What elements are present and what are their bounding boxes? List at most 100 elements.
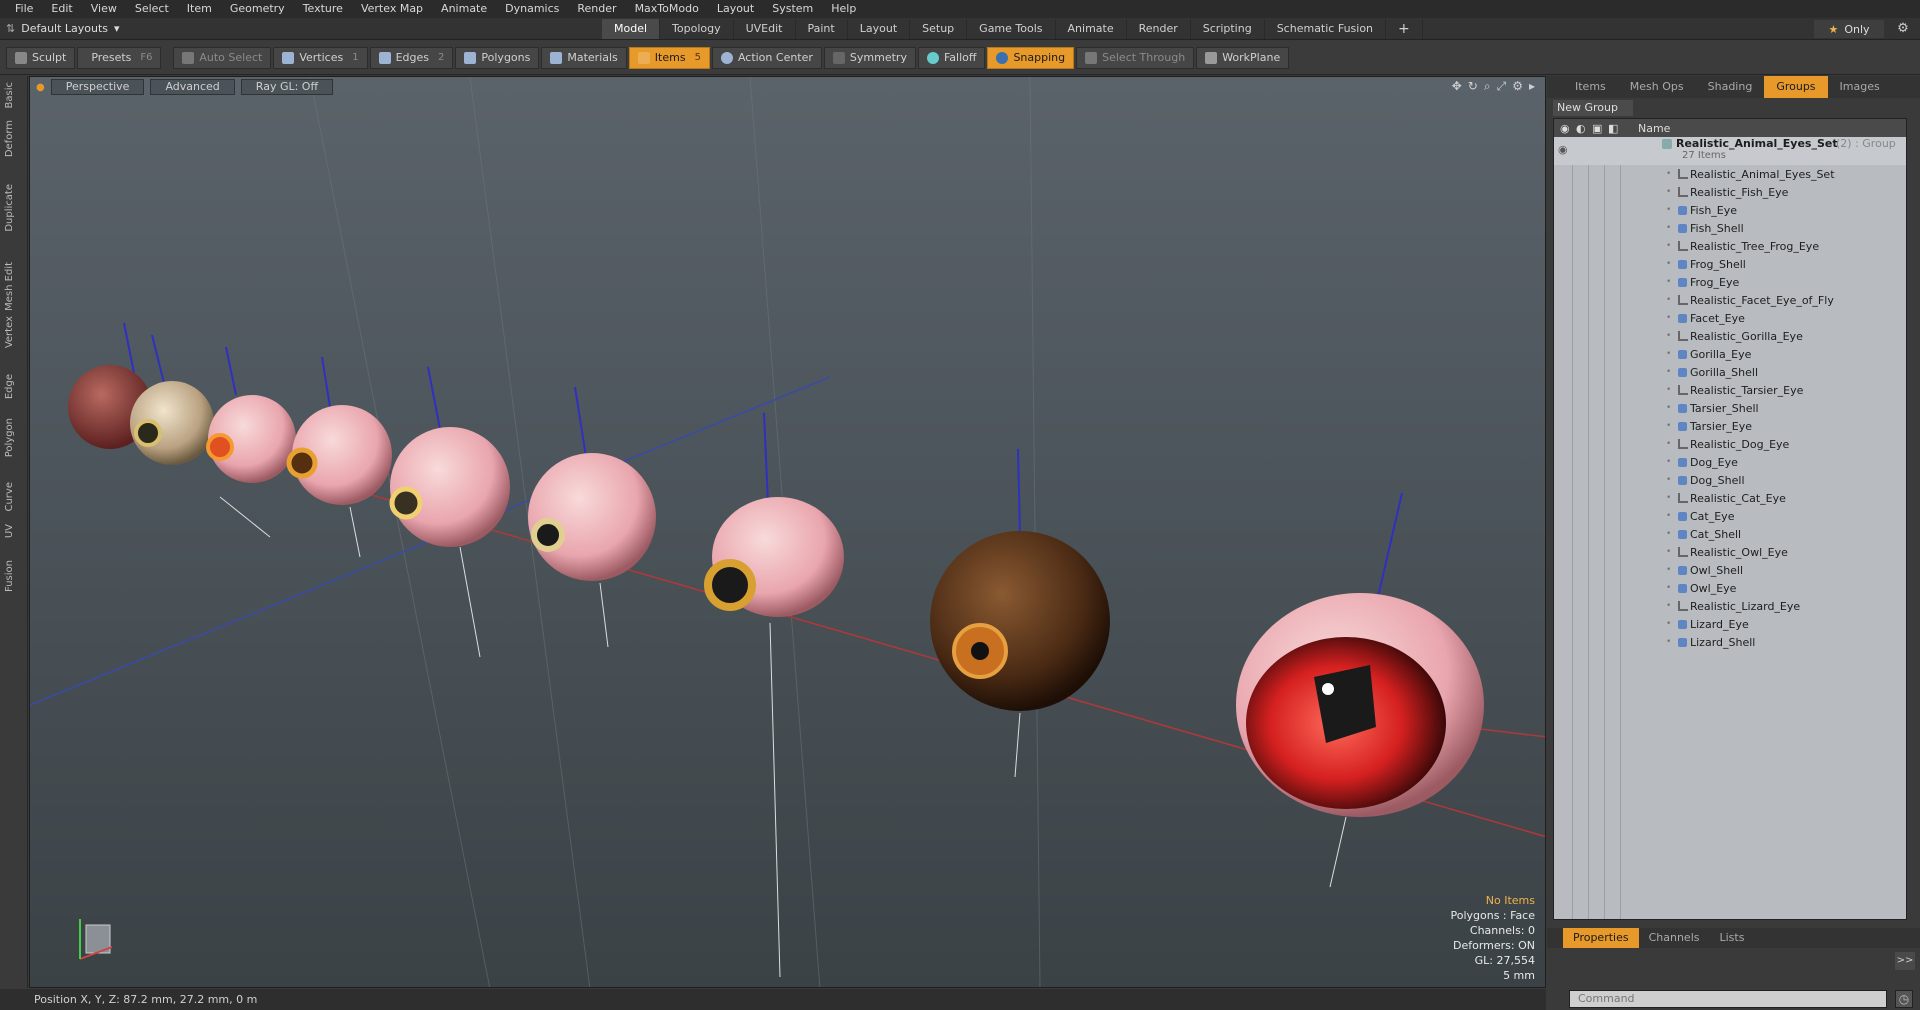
layout-tab-layout[interactable]: Layout: [848, 19, 911, 39]
menu-item[interactable]: Item: [178, 0, 221, 18]
select-icon[interactable]: ◧: [1608, 122, 1624, 135]
eye-frog[interactable]: [286, 356, 392, 558]
layout-tab-schematic-fusion[interactable]: Schematic Fusion: [1265, 19, 1387, 39]
symmetry-button[interactable]: Symmetry: [823, 46, 916, 69]
menu-vertex-map[interactable]: Vertex Map: [352, 0, 432, 18]
pan-icon[interactable]: ✥: [1452, 79, 1462, 94]
select-through-button[interactable]: Select Through: [1076, 46, 1195, 69]
tree-item-row[interactable]: • Realistic_Gorilla_Eye: [1554, 327, 1906, 345]
group-visibility-icon[interactable]: ◉: [1558, 143, 1568, 156]
add-tab-icon[interactable]: +: [1386, 19, 1423, 39]
visibility-eye-icon[interactable]: ◉: [1560, 122, 1576, 135]
panel-tab-images[interactable]: Images: [1828, 76, 1892, 98]
bottom-tab-channels[interactable]: Channels: [1639, 928, 1710, 948]
presets-button[interactable]: Presets F6: [77, 46, 162, 69]
tree-item-row[interactable]: • Realistic_Tarsier_Eye: [1554, 381, 1906, 399]
menu-texture[interactable]: Texture: [294, 0, 352, 18]
menu-help[interactable]: Help: [822, 0, 865, 18]
menu-maxtomodo[interactable]: MaxToModo: [626, 0, 708, 18]
tree-item-row[interactable]: • Gorilla_Eye: [1554, 345, 1906, 363]
only-button[interactable]: ★ Only: [1814, 20, 1884, 38]
menu-render[interactable]: Render: [568, 0, 625, 18]
panel-tab-mesh-ops[interactable]: Mesh Ops: [1618, 76, 1696, 98]
tree-item-row[interactable]: • Gorilla_Shell: [1554, 363, 1906, 381]
left-tab-uv[interactable]: UV: [4, 524, 22, 538]
layout-selector[interactable]: ⇅ Default Layouts ▾: [6, 22, 120, 35]
menu-edit[interactable]: Edit: [42, 0, 81, 18]
tree-item-row[interactable]: • Cat_Eye: [1554, 507, 1906, 525]
tree-item-row[interactable]: • Facet_Eye: [1554, 309, 1906, 327]
3d-viewport[interactable]: ● Perspective Advanced Ray GL: Off ✥ ↻ ⌕…: [29, 76, 1546, 988]
menu-system[interactable]: System: [763, 0, 822, 18]
tree-item-row[interactable]: • Frog_Shell: [1554, 255, 1906, 273]
layout-tab-model[interactable]: Model: [602, 19, 661, 39]
tree-item-row[interactable]: • Realistic_Lizard_Eye: [1554, 597, 1906, 615]
tree-item-row[interactable]: • Owl_Shell: [1554, 561, 1906, 579]
fit-icon[interactable]: ⤢: [1497, 79, 1507, 94]
tree-item-row[interactable]: • Dog_Shell: [1554, 471, 1906, 489]
tree-item-row[interactable]: • Fish_Eye: [1554, 201, 1906, 219]
layout-tab-uvedit[interactable]: UVEdit: [734, 19, 796, 39]
eye-fish[interactable]: [206, 346, 296, 538]
tree-item-row[interactable]: • Realistic_Owl_Eye: [1554, 543, 1906, 561]
group-row[interactable]: ◉ Realistic_Animal_Eyes_Set (2) : Group …: [1554, 137, 1906, 165]
tree-item-row[interactable]: • Fish_Shell: [1554, 219, 1906, 237]
tree-item-row[interactable]: • Lizard_Eye: [1554, 615, 1906, 633]
left-tab-duplicate[interactable]: Duplicate: [4, 184, 22, 232]
layout-tab-paint[interactable]: Paint: [796, 19, 848, 39]
menu-file[interactable]: File: [6, 0, 42, 18]
tree-item-row[interactable]: • Lizard_Shell: [1554, 633, 1906, 651]
rotate-icon[interactable]: ↻: [1468, 79, 1478, 94]
tree-item-row[interactable]: • Realistic_Cat_Eye: [1554, 489, 1906, 507]
layout-tab-animate[interactable]: Animate: [1056, 19, 1127, 39]
menu-dynamics[interactable]: Dynamics: [496, 0, 568, 18]
polygons-button[interactable]: Polygons: [455, 46, 540, 69]
panel-tab-shading[interactable]: Shading: [1696, 76, 1765, 98]
eye-gorilla[interactable]: [528, 386, 656, 648]
falloff-button[interactable]: Falloff: [917, 46, 986, 69]
menu-geometry[interactable]: Geometry: [221, 0, 294, 18]
left-tab-edge[interactable]: Edge: [4, 374, 22, 399]
eye-dog[interactable]: [930, 448, 1110, 778]
view-mode-dropdown[interactable]: Perspective: [50, 79, 145, 95]
bottom-tab-lists[interactable]: Lists: [1710, 928, 1755, 948]
left-tab-mesh-edit[interactable]: Mesh Edit: [4, 262, 22, 311]
left-tab-polygon[interactable]: Polygon: [4, 418, 22, 457]
bottom-tab-properties[interactable]: Properties: [1563, 928, 1639, 948]
left-tab-fusion[interactable]: Fusion: [4, 560, 22, 592]
tree-item-row[interactable]: • Tarsier_Shell: [1554, 399, 1906, 417]
tree-item-row[interactable]: • Cat_Shell: [1554, 525, 1906, 543]
materials-button[interactable]: Materials: [541, 46, 627, 69]
snapping-button[interactable]: Snapping: [987, 46, 1075, 69]
viewport-expand-icon[interactable]: ▸: [1529, 79, 1535, 94]
left-tab-vertex[interactable]: Vertex: [4, 316, 22, 348]
items-button[interactable]: Items 5: [628, 46, 710, 69]
tree-item-row[interactable]: • Tarsier_Eye: [1554, 417, 1906, 435]
menu-view[interactable]: View: [82, 0, 126, 18]
workplane-button[interactable]: WorkPlane: [1196, 46, 1290, 69]
panel-tab-items[interactable]: Items: [1563, 76, 1618, 98]
tree-item-row[interactable]: • Realistic_Dog_Eye: [1554, 435, 1906, 453]
command-input[interactable]: Command: [1569, 990, 1887, 1008]
command-history-icon[interactable]: ◷: [1895, 990, 1913, 1008]
menu-select[interactable]: Select: [126, 0, 178, 18]
left-tab-deform[interactable]: Deform: [4, 120, 22, 157]
gear-icon[interactable]: ⚙: [1894, 20, 1912, 38]
eye-fly[interactable]: [389, 366, 510, 658]
tree-item-row[interactable]: • Realistic_Tree_Frog_Eye: [1554, 237, 1906, 255]
eye-tarsier[interactable]: [704, 412, 844, 978]
lock-icon[interactable]: ▣: [1592, 122, 1608, 135]
left-tab-basic[interactable]: Basic: [4, 82, 22, 108]
raygl-dropdown[interactable]: Ray GL: Off: [240, 79, 334, 95]
viewport-settings-icon[interactable]: ⚙: [1512, 79, 1523, 94]
vertices-button[interactable]: Vertices 1: [273, 46, 368, 69]
action-center-button[interactable]: Action Center: [711, 46, 822, 69]
tree-item-row[interactable]: • Realistic_Fish_Eye: [1554, 183, 1906, 201]
sculpt-button[interactable]: Sculpt: [6, 46, 76, 69]
eye-tan[interactable]: [130, 334, 214, 465]
layout-tab-render[interactable]: Render: [1127, 19, 1191, 39]
zoom-icon[interactable]: ⌕: [1484, 79, 1491, 94]
layout-tab-topology[interactable]: Topology: [660, 19, 734, 39]
tree-item-row[interactable]: • Dog_Eye: [1554, 453, 1906, 471]
left-tab-curve[interactable]: Curve: [4, 482, 22, 512]
